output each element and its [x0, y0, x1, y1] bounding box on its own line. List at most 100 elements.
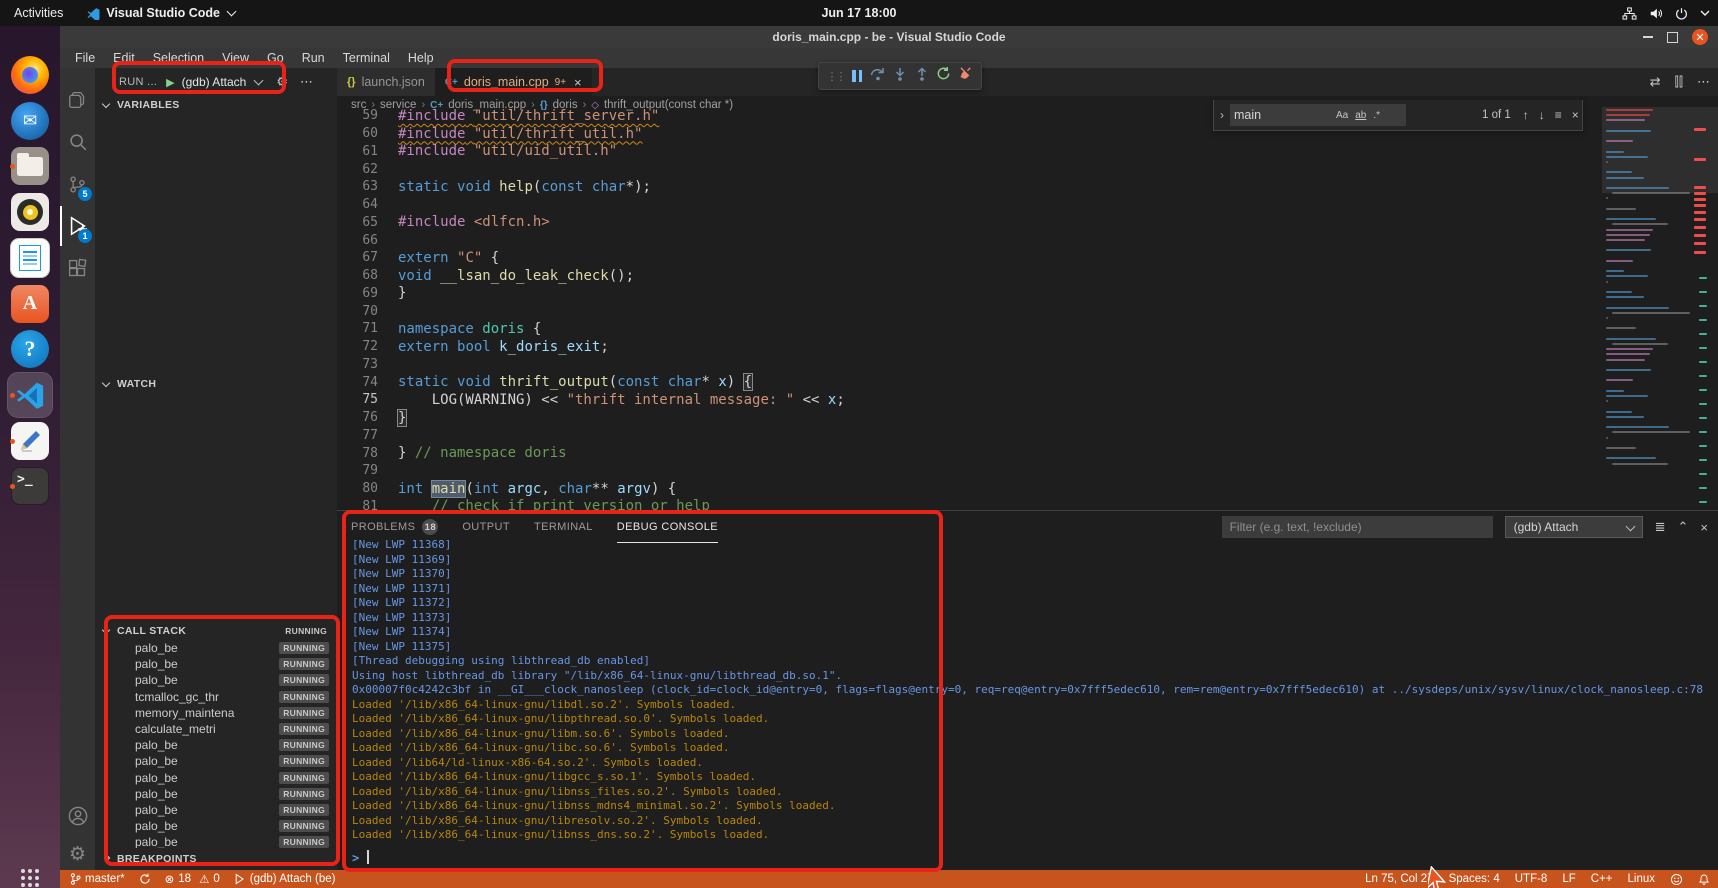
tab-launch-json[interactable]: {} launch.json [337, 68, 435, 96]
close-button[interactable]: ✕ [1692, 29, 1708, 45]
variables-section-header[interactable]: VARIABLES [95, 96, 337, 113]
status-language[interactable]: C++ [1591, 873, 1613, 885]
code-line[interactable]: 68void __lsan_do_leak_check(); [337, 267, 1602, 285]
call-stack-frame[interactable]: palo_beRUNNING [95, 737, 337, 753]
code-line[interactable]: 61#include "util/uid_util.h" [337, 143, 1602, 161]
step-out-icon[interactable] [915, 67, 929, 86]
menu-selection[interactable]: Selection [144, 51, 213, 65]
breakpoints-section-header[interactable]: BREAKPOINTS [95, 850, 337, 867]
code-line[interactable]: 81 // check if print version or help [337, 498, 1602, 511]
notifications-bell-icon[interactable] [1698, 873, 1710, 886]
match-case-toggle[interactable]: Aa [1336, 110, 1348, 121]
tab-doris-main-cpp[interactable]: C+ doris_main.cpp 9+ × [435, 68, 592, 96]
call-stack-frame[interactable]: palo_beRUNNING [95, 770, 337, 786]
status-encoding[interactable]: UTF-8 [1515, 873, 1548, 885]
step-over-icon[interactable] [870, 67, 886, 86]
pause-icon[interactable] [852, 70, 862, 82]
debug-config-dropdown[interactable]: (gdb) Attach [182, 75, 247, 89]
dock-item-libreoffice-writer[interactable] [8, 236, 52, 280]
console-prompt[interactable]: > [352, 851, 359, 865]
find-previous-icon[interactable]: ↑ [1523, 108, 1529, 122]
dock-item-help[interactable]: ? [8, 327, 52, 371]
regex-toggle[interactable]: .* [1373, 110, 1380, 121]
activity-manage[interactable]: ⚙ [60, 834, 95, 874]
code-line[interactable]: 76} [337, 409, 1602, 427]
code-line[interactable]: 62 [337, 160, 1602, 178]
menu-go[interactable]: Go [258, 51, 293, 65]
feedback-icon[interactable] [1670, 873, 1683, 886]
call-stack-frame[interactable]: tcmalloc_gc_thrRUNNING [95, 689, 337, 705]
call-stack-frame[interactable]: palo_beRUNNING [95, 802, 337, 818]
status-eol[interactable]: LF [1562, 873, 1575, 885]
open-changes-icon[interactable]: ⇄ [1650, 74, 1661, 90]
code-line[interactable]: 79 [337, 462, 1602, 480]
menu-run[interactable]: Run [293, 51, 334, 65]
code-line[interactable]: 78} // namespace doris [337, 444, 1602, 462]
dock-item-vscode[interactable] [8, 373, 52, 417]
status-line-col[interactable]: Ln 75, Col 27 [1365, 873, 1433, 885]
call-stack-section-header[interactable]: CALL STACK RUNNING [95, 622, 337, 639]
overview-ruler[interactable] [1690, 107, 1718, 510]
status-indentation[interactable]: Spaces: 4 [1449, 873, 1500, 885]
debug-session-select[interactable]: (gdb) Attach [1505, 516, 1643, 538]
dock-item-thunderbird[interactable]: ✉ [8, 99, 52, 143]
find-in-selection-icon[interactable]: ≡ [1555, 108, 1562, 122]
show-applications-button[interactable] [8, 856, 52, 888]
start-debug-button[interactable]: ▶ [166, 76, 174, 89]
menu-terminal[interactable]: Terminal [334, 51, 399, 65]
activity-source-control[interactable]: 5 [60, 164, 95, 204]
find-collapse-icon[interactable]: › [1220, 108, 1224, 122]
activity-extensions[interactable] [60, 248, 95, 288]
call-stack-frame[interactable]: palo_beRUNNING [95, 786, 337, 802]
debug-session-item[interactable]: (gdb) Attach (be) [234, 873, 336, 885]
menu-view[interactable]: View [213, 51, 258, 65]
code-editor[interactable]: 59#include "util/thrift_server.h"60#incl… [337, 107, 1602, 510]
call-stack-frame[interactable]: palo_beRUNNING [95, 672, 337, 688]
restore-button[interactable] [1667, 32, 1678, 43]
menu-help[interactable]: Help [399, 51, 443, 65]
restart-icon[interactable] [936, 66, 951, 86]
code-line[interactable]: 73 [337, 356, 1602, 374]
whole-word-toggle[interactable]: ab [1355, 110, 1366, 121]
caret-down-icon[interactable] [1700, 9, 1710, 17]
close-panel-icon[interactable]: × [1700, 520, 1708, 535]
dock-item-terminal[interactable]: >_ [8, 464, 52, 508]
dock-item-rhythmbox[interactable] [8, 190, 52, 234]
code-line[interactable]: 64 [337, 196, 1602, 214]
configure-gear-icon[interactable]: ⚙ [276, 74, 288, 90]
activity-accounts[interactable] [60, 796, 95, 836]
code-line[interactable]: 65#include <dlfcn.h> [337, 214, 1602, 232]
volume-icon[interactable] [1649, 7, 1663, 20]
dock-item-files[interactable] [8, 144, 52, 188]
power-icon[interactable] [1675, 7, 1688, 20]
code-line[interactable]: 67extern "C" { [337, 249, 1602, 267]
disconnect-icon[interactable] [959, 66, 974, 86]
code-line[interactable]: 71namespace doris { [337, 320, 1602, 338]
system-tray[interactable] [1622, 0, 1710, 26]
activity-search[interactable] [60, 122, 95, 162]
network-icon[interactable] [1622, 7, 1637, 20]
activity-explorer[interactable] [60, 80, 95, 120]
clock[interactable]: Jun 17 18:00 [0, 6, 1718, 20]
console-filter-input[interactable] [1222, 516, 1493, 538]
code-line[interactable]: 69} [337, 285, 1602, 303]
dock-item-ubuntu-software[interactable]: A [8, 282, 52, 326]
code-line[interactable]: 63static void help(const char*); [337, 178, 1602, 196]
more-actions-icon[interactable]: ⋯ [300, 74, 314, 90]
code-line[interactable]: 77 [337, 427, 1602, 445]
clear-console-icon[interactable]: ≣ [1655, 519, 1666, 535]
call-stack-frame[interactable]: memory_maintenaRUNNING [95, 705, 337, 721]
problems-item[interactable]: ⊗ 18 ⚠ 0 [165, 872, 220, 886]
minimap[interactable] [1602, 107, 1690, 510]
close-find-icon[interactable]: × [1572, 108, 1579, 122]
watch-section-header[interactable]: WATCH [95, 375, 337, 392]
code-line[interactable]: 70 [337, 302, 1602, 320]
call-stack-frame[interactable]: palo_beRUNNING [95, 753, 337, 769]
call-stack-frame[interactable]: calculate_metriRUNNING [95, 721, 337, 737]
call-stack-frame[interactable]: palo_beRUNNING [95, 834, 337, 848]
call-stack-frame[interactable]: palo_beRUNNING [95, 656, 337, 672]
call-stack-frame[interactable]: palo_beRUNNING [95, 818, 337, 834]
menu-edit[interactable]: Edit [104, 51, 144, 65]
split-editor-icon[interactable]: ⫿⫿ [1675, 74, 1683, 90]
status-os[interactable]: Linux [1628, 873, 1656, 885]
